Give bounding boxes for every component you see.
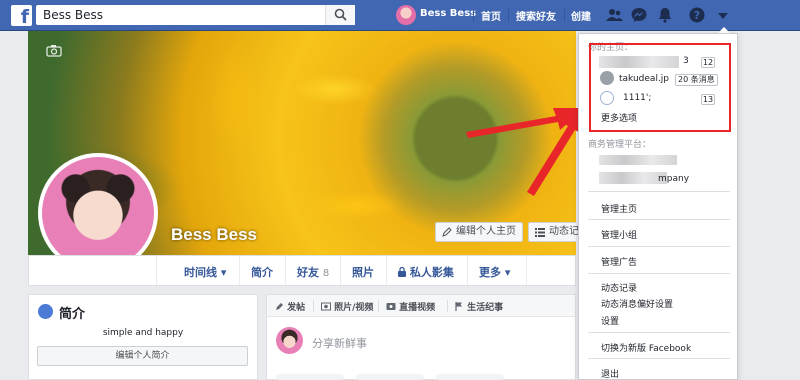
- profile-photo-image: [42, 157, 154, 269]
- flag-icon: [455, 302, 462, 311]
- camera-icon[interactable]: [46, 44, 62, 57]
- search-bar[interactable]: Bess Bess: [36, 5, 355, 25]
- activity-log-label: 动态记: [549, 226, 579, 237]
- composer-live-video-label: 直播视频: [399, 303, 436, 313]
- composer-photo-video-tab[interactable]: 照片/视频: [321, 300, 373, 313]
- annotation-highlight-box: [589, 43, 731, 132]
- menu-divider: [588, 191, 730, 192]
- composer-live-video-tab[interactable]: 直播视频: [386, 300, 435, 313]
- globe-icon: [38, 304, 53, 319]
- business-name-suffix[interactable]: mpany: [658, 174, 689, 184]
- manage-pages-item[interactable]: 管理主页: [601, 202, 637, 215]
- tab-photos[interactable]: 照片: [352, 264, 374, 280]
- tab-divider: [285, 256, 286, 285]
- menu-divider: [588, 273, 730, 274]
- menu-divider: [588, 332, 730, 333]
- live-video-icon: [386, 303, 396, 310]
- tab-divider: [239, 256, 240, 285]
- messenger-icon[interactable]: [630, 6, 648, 24]
- composer-option-chips: [276, 374, 504, 380]
- tab-divider: [386, 256, 387, 285]
- intro-bio: simple and happy: [102, 328, 184, 338]
- nav-home[interactable]: 首页: [481, 8, 501, 23]
- edit-profile-button[interactable]: 编辑个人主页: [435, 222, 523, 242]
- photo-icon: [321, 302, 331, 311]
- composer-life-event-label: 生活纪事: [467, 303, 504, 313]
- nav-create[interactable]: 创建: [571, 8, 591, 23]
- nav-divider: [508, 9, 509, 22]
- menu-divider: [588, 219, 730, 220]
- facebook-logo-icon[interactable]: f: [11, 5, 32, 26]
- tab-divider: [156, 256, 157, 285]
- composer-post-tab[interactable]: 发帖: [275, 300, 305, 313]
- edit-bio-button[interactable]: 编辑个人简介: [37, 346, 248, 366]
- blurred-business-name: [599, 172, 667, 184]
- nav-divider: [473, 9, 474, 22]
- news-feed-preferences-item[interactable]: 动态消息偏好设置: [601, 297, 673, 310]
- activity-log-item[interactable]: 动态记录: [601, 281, 637, 294]
- tab-private-album-label: 私人影集: [409, 266, 454, 279]
- composer-avatar: [276, 327, 303, 354]
- tab-divider: [467, 256, 468, 285]
- menu-divider: [588, 358, 730, 359]
- edit-profile-label: 编辑个人主页: [456, 226, 516, 237]
- friend-count: 8: [322, 268, 330, 279]
- composer-photo-video-label: 照片/视频: [334, 303, 374, 313]
- account-menu-chevron-down-icon[interactable]: [714, 6, 732, 24]
- composer-divider: [313, 300, 314, 312]
- search-icon: [334, 8, 347, 21]
- composer-post-label: 发帖: [287, 303, 306, 313]
- tab-divider: [526, 256, 527, 285]
- manage-groups-item[interactable]: 管理小组: [601, 228, 637, 241]
- help-icon[interactable]: ?: [688, 6, 706, 24]
- logout-item[interactable]: 退出: [601, 367, 619, 380]
- tab-friends-label: 好友: [297, 266, 319, 279]
- search-button[interactable]: [325, 5, 355, 25]
- composer-divider: [447, 300, 448, 312]
- settings-item[interactable]: 设置: [601, 314, 619, 327]
- tab-private-album[interactable]: 私人影集: [398, 264, 454, 280]
- composer-tabs: 发帖 照片/视频 直播视频 生活纪事: [267, 295, 575, 317]
- tab-divider: [340, 256, 341, 285]
- blurred-business-name: [599, 155, 677, 165]
- pencil-icon: [442, 227, 452, 237]
- friend-requests-icon[interactable]: [605, 6, 623, 24]
- nav-avatar[interactable]: [396, 5, 416, 25]
- nav-divider: [564, 9, 565, 22]
- nav-profile-name[interactable]: Bess Bess: [420, 8, 476, 19]
- svg-text:?: ?: [694, 9, 700, 22]
- business-manager-heading: 商务管理平台：: [588, 140, 652, 150]
- manage-ads-item[interactable]: 管理广告: [601, 255, 637, 268]
- lock-icon: [398, 266, 406, 277]
- pencil-icon: [276, 303, 283, 310]
- menu-divider: [588, 246, 730, 247]
- tab-friends[interactable]: 好友 8: [297, 264, 329, 280]
- intro-card: 简介 simple and happy 编辑个人简介: [28, 294, 258, 380]
- composer-divider: [378, 300, 379, 312]
- tab-timeline[interactable]: 时间线 ▾: [184, 264, 226, 280]
- list-icon: [535, 228, 545, 237]
- switch-new-facebook-item[interactable]: 切换为新版 Facebook: [601, 341, 691, 354]
- post-composer: 发帖 照片/视频 直播视频 生活纪事 分享新鲜事: [266, 294, 576, 380]
- nav-find-friends[interactable]: 搜索好友: [516, 8, 556, 23]
- notifications-bell-icon[interactable]: [656, 6, 674, 24]
- search-input[interactable]: Bess Bess: [43, 8, 103, 22]
- tab-about[interactable]: 简介: [251, 264, 273, 280]
- top-navigation-bar: f Bess Bess Bess Bess 首页 搜索好友 创建 ?: [0, 0, 800, 31]
- intro-title: 简介: [59, 307, 86, 322]
- activity-log-button[interactable]: 动态记: [528, 222, 579, 242]
- composer-life-event-tab[interactable]: 生活纪事: [455, 300, 503, 313]
- tab-more[interactable]: 更多 ▾: [479, 264, 510, 280]
- composer-input[interactable]: 分享新鲜事: [312, 335, 367, 351]
- profile-name: Bess Bess: [171, 225, 258, 244]
- profile-tabs: 时间线 ▾ 简介 好友 8 照片 私人影集 更多 ▾: [28, 255, 576, 286]
